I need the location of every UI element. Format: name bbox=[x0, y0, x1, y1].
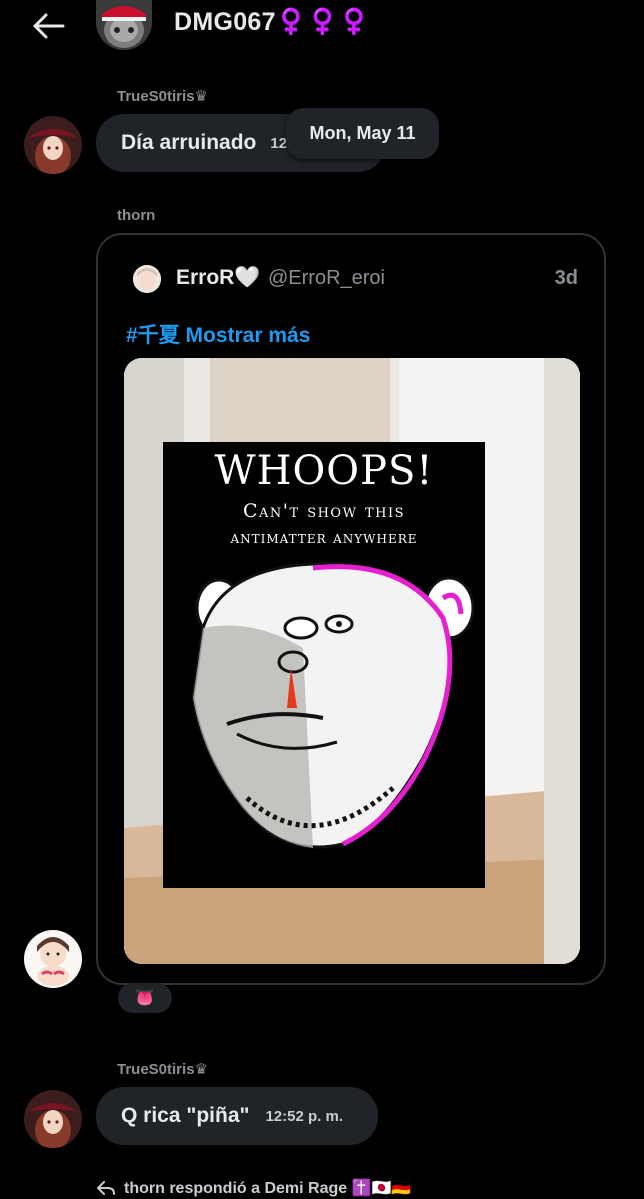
reply-indicator[interactable]: thorn respondió a Demi Rage ✝️🇯🇵🇩🇪 bbox=[96, 1178, 411, 1198]
message-time: 12:52 p. m. bbox=[265, 1107, 343, 1125]
whoops-meme-image: WHOOPS! Can't show this antimatter anywh… bbox=[163, 442, 485, 888]
reply-text: thorn respondió a Demi Rage ✝️🇯🇵🇩🇪 bbox=[124, 1180, 412, 1197]
date-tooltip: Mon, May 11 bbox=[286, 108, 439, 159]
meme-subtitle-line2: antimatter anywhere bbox=[230, 528, 418, 548]
post-age: 3d bbox=[554, 267, 578, 289]
post-author-handle[interactable]: @ErroR_eroi bbox=[268, 267, 385, 290]
sender-avatar[interactable] bbox=[24, 930, 82, 988]
chat-header: DMG067♀️♀️♀️ bbox=[0, 0, 644, 52]
meme-subtitle-line1: Can't show this bbox=[242, 500, 406, 522]
shared-post-card[interactable]: ErroR🤍 @ErroR_eroi 3d #千夏 Mostrar más WH… bbox=[96, 233, 606, 985]
message-bubble[interactable]: Q rica "piña" 12:52 p. m. bbox=[96, 1087, 378, 1145]
post-text[interactable]: #千夏 Mostrar más bbox=[126, 319, 310, 349]
post-author-name[interactable]: ErroR🤍 bbox=[176, 266, 261, 290]
back-button[interactable] bbox=[28, 8, 68, 44]
meme-title: WHOOPS! bbox=[214, 448, 434, 494]
sender-name: TrueS0tiris♛ bbox=[117, 1061, 208, 1078]
reaction-badge[interactable]: 👅 bbox=[118, 983, 172, 1013]
meme-face-icon bbox=[191, 561, 475, 849]
message-text: Q rica "piña" bbox=[121, 1104, 250, 1127]
contact-name[interactable]: DMG067♀️♀️♀️ bbox=[174, 8, 370, 37]
sender-name: thorn bbox=[117, 207, 156, 224]
reply-arrow-icon bbox=[97, 1181, 115, 1195]
sender-name: TrueS0tiris♛ bbox=[117, 88, 208, 105]
arrow-left-icon bbox=[33, 13, 65, 39]
post-author-avatar[interactable] bbox=[133, 265, 161, 293]
message-text: Día arruinado bbox=[121, 131, 257, 154]
sender-avatar[interactable] bbox=[24, 116, 82, 174]
sender-avatar[interactable] bbox=[24, 1090, 82, 1148]
contact-avatar[interactable] bbox=[96, 0, 152, 50]
post-media[interactable]: WHOOPS! Can't show this antimatter anywh… bbox=[124, 358, 580, 964]
